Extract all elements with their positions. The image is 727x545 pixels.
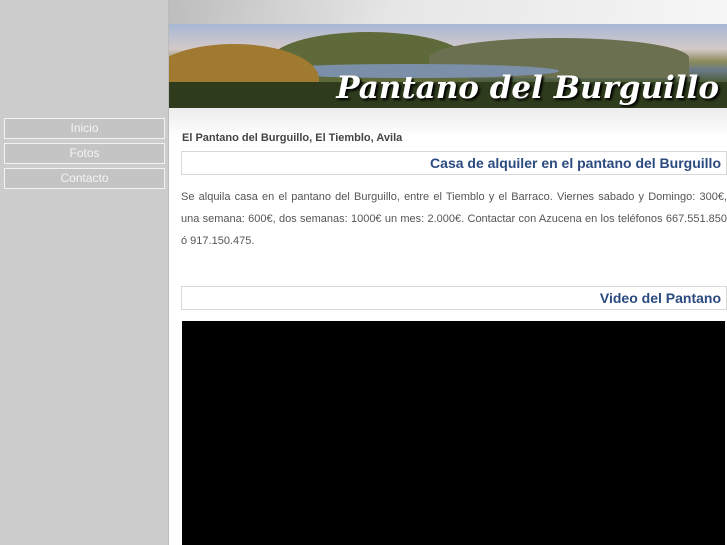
header-strip — [169, 0, 727, 24]
banner-title: Pantano del Burguillo — [336, 70, 719, 106]
video-player[interactable] — [182, 321, 725, 545]
nav-contacto[interactable]: Contacto — [4, 168, 165, 189]
breadcrumb: El Pantano del Burguillo, El Tiemblo, Av… — [182, 132, 403, 144]
banner-image: Pantano del Burguillo — [169, 24, 727, 108]
nav-inicio[interactable]: Inicio — [4, 118, 165, 139]
nav-fotos[interactable]: Fotos — [4, 143, 165, 164]
video-heading-box: Video del Pantano — [181, 286, 727, 310]
rental-description: Se alquila casa en el pantano del Burgui… — [181, 191, 727, 247]
video-heading: Video del Pantano — [599, 290, 721, 306]
sidebar: Inicio Fotos Contacto — [0, 0, 169, 545]
section-heading-box: Casa de alquiler en el pantano del Burgu… — [181, 151, 727, 175]
section-heading: Casa de alquiler en el pantano del Burgu… — [430, 155, 721, 171]
